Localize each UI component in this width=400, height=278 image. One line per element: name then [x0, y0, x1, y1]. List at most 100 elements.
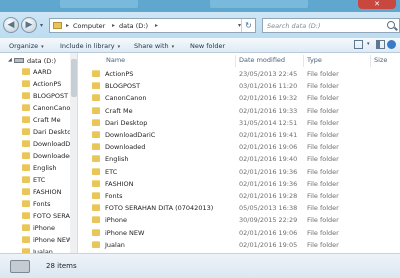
expand-arrow-icon[interactable]: ◢: [8, 57, 12, 63]
folder-icon: [22, 224, 30, 231]
file-date-modified: 23/05/2013 22:45: [239, 70, 298, 78]
file-name: Downloaded: [105, 143, 146, 152]
help-icon[interactable]: [387, 40, 396, 49]
file-name: BLOGPOST: [105, 82, 141, 91]
nav-item-label: iPhone: [33, 224, 55, 232]
nav-item-label: AARD: [33, 68, 52, 76]
file-type: File folder: [307, 240, 339, 249]
file-row[interactable]: ETC 02/01/2016 19:36 File folder: [78, 166, 400, 177]
breadcrumb-drive[interactable]: data (D:): [119, 22, 148, 30]
folder-icon: [92, 106, 100, 114]
column-divider[interactable]: [303, 55, 304, 67]
nav-item-label: FOTO SERAH: [33, 212, 75, 220]
nav-item-folder[interactable]: Jualan: [0, 246, 77, 253]
search-icon[interactable]: [387, 21, 395, 29]
folder-icon: [92, 131, 100, 138]
file-row[interactable]: Dari Desktop 31/05/2014 12:51 File folder: [78, 117, 400, 128]
nav-item-folder[interactable]: FOTO SERAH: [0, 210, 77, 221]
nav-scrollbar[interactable]: [70, 53, 77, 253]
nav-item-folder[interactable]: English: [0, 162, 77, 173]
nav-item-folder[interactable]: ActionPS: [0, 78, 77, 89]
nav-item-folder[interactable]: BLOGPOST: [0, 90, 77, 101]
folder-icon: [22, 104, 30, 111]
nav-item-label: DownloadDa: [33, 140, 75, 148]
nav-item-folder[interactable]: AARD: [0, 66, 77, 77]
taskbar-tab[interactable]: [210, 0, 308, 8]
file-name: iPhone NEW: [105, 228, 145, 237]
preview-pane-icon[interactable]: [376, 40, 385, 49]
nav-scroll-thumb[interactable]: [71, 59, 77, 97]
file-row[interactable]: FOTO SERAHAN DITA (07042013) 05/05/2013 1…: [78, 202, 400, 213]
folder-icon: [22, 212, 30, 219]
nav-item-folder[interactable]: Craft Me: [0, 114, 77, 125]
file-row[interactable]: CanonCanon 02/01/2016 19:32 File folder: [78, 92, 400, 103]
address-bar[interactable]: ▸ Computer ▸ data (D:) ▸ ▾ ↻: [49, 18, 256, 33]
nav-item-folder[interactable]: DownloadDa: [0, 138, 77, 149]
file-row[interactable]: DownloadDariC 02/01/2016 19:41 File folder: [78, 129, 400, 140]
file-type: File folder: [307, 118, 339, 127]
nav-item-label: CanonCanon: [33, 104, 75, 112]
nav-item-label: iPhone NEW: [33, 236, 73, 244]
file-name: Jualan: [105, 240, 125, 249]
file-name: CanonCanon: [105, 94, 147, 103]
column-divider[interactable]: [370, 55, 371, 67]
column-header-size[interactable]: Size: [374, 56, 387, 66]
nav-item-folder[interactable]: Downloaded: [0, 150, 77, 161]
nav-item-folder[interactable]: Dari Desktop: [0, 126, 77, 137]
nav-item-drive[interactable]: ◢ data (D:): [0, 55, 77, 66]
change-view-icon[interactable]: [354, 40, 363, 49]
refresh-button[interactable]: ↻: [241, 19, 255, 32]
file-type: File folder: [307, 131, 339, 139]
folder-icon: [92, 228, 100, 236]
back-button[interactable]: ◀: [3, 17, 19, 33]
file-row[interactable]: BLOGPOST 03/01/2016 11:20 File folder: [78, 80, 400, 91]
new-folder-button[interactable]: New folder: [190, 42, 225, 50]
file-row[interactable]: Downloaded 02/01/2016 19:06 File folder: [78, 141, 400, 152]
file-name: FASHION: [105, 179, 134, 188]
file-type: File folder: [307, 82, 339, 91]
file-type: File folder: [307, 192, 339, 200]
file-type: File folder: [307, 106, 339, 115]
search-placeholder: Search data (D:): [267, 22, 321, 30]
file-row[interactable]: Craft Me 02/01/2016 19:33 File folder: [78, 105, 400, 116]
file-type: File folder: [307, 228, 339, 237]
nav-item-folder[interactable]: Fonts: [0, 198, 77, 209]
recent-pages-dropdown-icon[interactable]: ▾: [40, 22, 43, 29]
file-type: File folder: [307, 155, 339, 164]
column-divider[interactable]: [235, 55, 236, 67]
breadcrumb-computer[interactable]: Computer: [73, 22, 105, 30]
file-row[interactable]: iPhone NEW 02/01/2016 19:06 File folder: [78, 227, 400, 238]
include-in-library-label: Include in library: [60, 42, 115, 50]
nav-item-folder[interactable]: iPhone NEW: [0, 234, 77, 245]
forward-button[interactable]: ▶: [21, 17, 37, 33]
folder-icon: [22, 236, 30, 243]
nav-item-folder[interactable]: FASHION: [0, 186, 77, 197]
column-header-date-modified[interactable]: Date modified: [239, 56, 285, 66]
taskbar-tab[interactable]: [60, 0, 138, 8]
include-in-library-menu[interactable]: Include in library ▾: [60, 42, 120, 50]
file-row[interactable]: Fonts 02/01/2016 19:28 File folder: [78, 190, 400, 201]
view-options-chevron-icon[interactable]: ▾: [367, 40, 376, 49]
breadcrumb-separator-icon[interactable]: ▸: [112, 22, 115, 29]
file-list: Name Date modified Type Size ActionPS 23/…: [78, 53, 400, 253]
chevron-down-icon: ▾: [171, 44, 175, 50]
share-with-menu[interactable]: Share with ▾: [134, 42, 174, 50]
file-row[interactable]: English 02/01/2016 19:40 File folder: [78, 153, 400, 164]
file-row[interactable]: FASHION 02/01/2016 19:36 File folder: [78, 178, 400, 189]
breadcrumb-separator-icon[interactable]: ▸: [66, 22, 69, 29]
organize-menu[interactable]: Organize ▾: [9, 42, 44, 50]
nav-item-folder[interactable]: CanonCanon: [0, 102, 77, 113]
search-input[interactable]: Search data (D:): [262, 18, 400, 33]
nav-item-folder[interactable]: iPhone: [0, 222, 77, 233]
column-header-name[interactable]: Name: [106, 56, 125, 66]
window-close-button[interactable]: ✕: [358, 0, 396, 9]
nav-item-folder[interactable]: ETC: [0, 174, 77, 185]
breadcrumb-separator-icon[interactable]: ▸: [155, 22, 158, 29]
file-row[interactable]: Jualan 02/01/2016 19:05 File folder: [78, 239, 400, 250]
file-row[interactable]: iPhone 30/09/2015 22:29 File folder: [78, 214, 400, 225]
file-row[interactable]: ActionPS 23/05/2013 22:45 File folder: [78, 68, 400, 79]
nav-item-label: Downloaded: [33, 152, 74, 160]
file-type: File folder: [307, 143, 339, 152]
column-header-type[interactable]: Type: [307, 56, 322, 66]
folder-icon: [92, 143, 100, 151]
